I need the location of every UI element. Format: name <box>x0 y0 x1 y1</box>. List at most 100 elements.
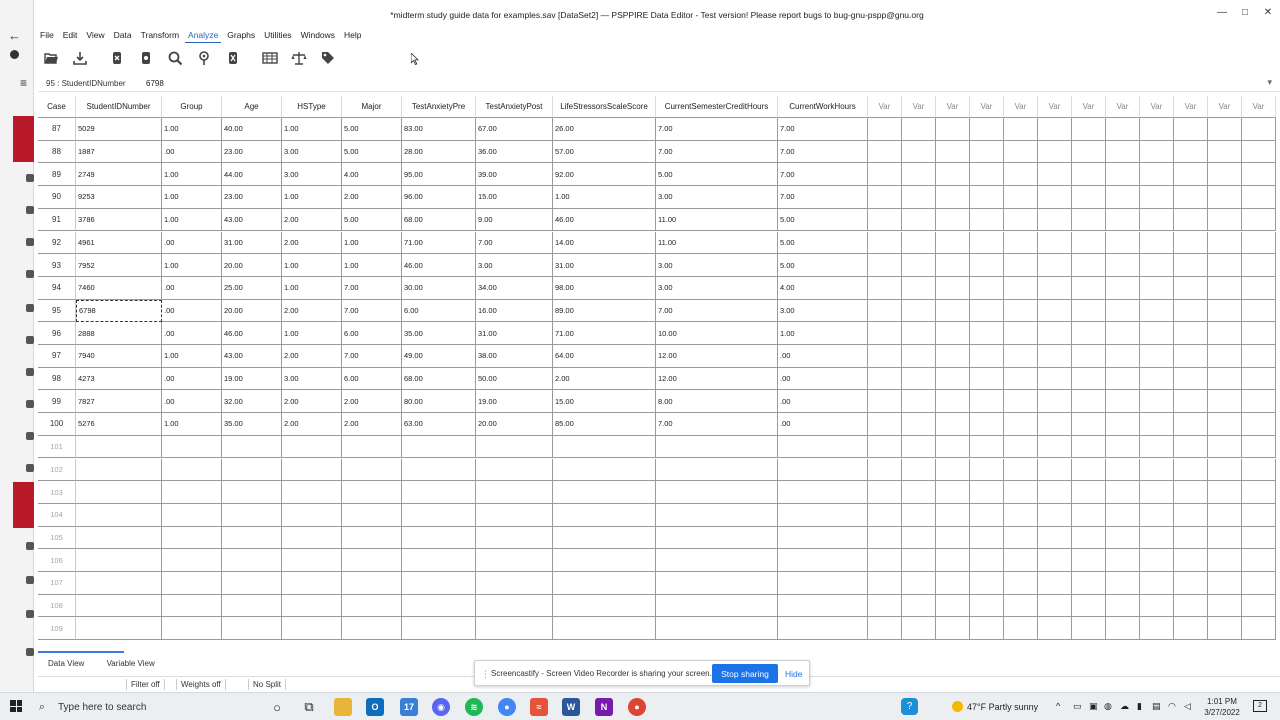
table-cell[interactable]: 5.00 <box>778 231 868 255</box>
table-cell[interactable] <box>1208 186 1242 209</box>
table-cell[interactable] <box>778 594 868 618</box>
table-cell[interactable] <box>1072 322 1106 345</box>
table-cell[interactable] <box>282 503 342 527</box>
table-cell[interactable] <box>868 322 902 345</box>
table-cell[interactable] <box>402 617 476 641</box>
table-cell[interactable]: 5.00 <box>778 254 868 277</box>
table-cell[interactable] <box>162 526 222 550</box>
table-cell[interactable] <box>1072 140 1106 164</box>
table-cell[interactable] <box>1106 617 1140 641</box>
table-cell[interactable] <box>1106 322 1140 345</box>
table-cell[interactable]: 2749 <box>76 163 162 187</box>
table-cell[interactable] <box>1072 276 1106 300</box>
table-cell[interactable] <box>1072 390 1106 414</box>
table-cell[interactable] <box>1106 140 1140 164</box>
table-cell[interactable] <box>868 276 902 300</box>
table-cell[interactable] <box>1140 594 1174 618</box>
table-cell[interactable] <box>1242 390 1276 414</box>
table-cell[interactable]: 85.00 <box>553 413 656 436</box>
table-cell[interactable]: 2.00 <box>282 413 342 436</box>
table-cell[interactable]: 4.00 <box>342 163 402 187</box>
table-cell[interactable] <box>778 458 868 482</box>
table-cell[interactable] <box>1242 118 1276 141</box>
table-cell[interactable] <box>1242 322 1276 345</box>
table-cell[interactable]: 71.00 <box>402 231 476 255</box>
table-cell[interactable] <box>936 254 970 277</box>
table-cell[interactable] <box>970 367 1004 391</box>
table-cell[interactable] <box>1140 367 1174 391</box>
table-cell[interactable]: 3.00 <box>282 163 342 187</box>
table-cell[interactable] <box>1208 617 1242 641</box>
table-cell[interactable] <box>936 526 970 550</box>
table-cell[interactable]: 4273 <box>76 367 162 391</box>
table-cell[interactable] <box>1106 526 1140 550</box>
table-cell[interactable]: 7.00 <box>778 118 868 141</box>
row-case-number[interactable]: 101 <box>38 435 76 459</box>
table-cell[interactable] <box>936 572 970 595</box>
table-cell[interactable] <box>1140 299 1174 323</box>
table-cell[interactable] <box>868 118 902 141</box>
table-cell[interactable] <box>1140 118 1174 141</box>
table-cell[interactable] <box>868 481 902 504</box>
row-case-number[interactable]: 106 <box>38 549 76 572</box>
column-header-var[interactable]: Var <box>902 96 936 118</box>
table-cell[interactable] <box>936 345 970 368</box>
table-cell[interactable] <box>970 549 1004 572</box>
table-cell[interactable] <box>1004 526 1038 550</box>
table-cell[interactable] <box>222 617 282 641</box>
column-header-lifestressorsscalescore[interactable]: LifeStressorsScaleScore <box>553 96 656 118</box>
table-cell[interactable] <box>868 458 902 482</box>
table-cell[interactable]: 50.00 <box>476 367 553 391</box>
table-cell[interactable]: 7.00 <box>778 163 868 187</box>
table-cell[interactable] <box>970 617 1004 641</box>
table-cell[interactable] <box>902 163 936 187</box>
table-cell[interactable]: 40.00 <box>222 118 282 141</box>
table-cell[interactable] <box>76 458 162 482</box>
table-cell[interactable] <box>902 617 936 641</box>
table-cell[interactable] <box>222 526 282 550</box>
table-cell[interactable]: 35.00 <box>222 413 282 436</box>
table-cell[interactable]: 1887 <box>76 140 162 164</box>
table-cell[interactable] <box>970 572 1004 595</box>
goto-case-icon[interactable] <box>107 48 127 68</box>
table-cell[interactable] <box>1038 231 1072 255</box>
chrome-icon[interactable]: ● <box>498 698 516 716</box>
table-cell[interactable] <box>1038 367 1072 391</box>
table-cell[interactable] <box>656 549 778 572</box>
table-cell[interactable] <box>402 526 476 550</box>
table-cell[interactable]: 31.00 <box>476 322 553 345</box>
table-cell[interactable] <box>1072 254 1106 277</box>
pspp-app-icon[interactable]: ≈ <box>530 698 548 716</box>
table-cell[interactable] <box>402 503 476 527</box>
table-cell[interactable] <box>936 481 970 504</box>
table-cell[interactable] <box>222 458 282 482</box>
table-cell[interactable] <box>1174 435 1208 459</box>
table-cell[interactable] <box>1106 594 1140 618</box>
onenote-icon[interactable]: N <box>595 698 613 716</box>
table-cell[interactable] <box>1140 458 1174 482</box>
table-cell[interactable] <box>342 594 402 618</box>
table-cell[interactable] <box>1174 186 1208 209</box>
table-cell[interactable] <box>1106 572 1140 595</box>
table-cell[interactable] <box>1208 481 1242 504</box>
table-cell[interactable] <box>222 549 282 572</box>
table-cell[interactable] <box>936 276 970 300</box>
table-cell[interactable]: 10.00 <box>656 322 778 345</box>
column-header-var[interactable]: Var <box>1072 96 1106 118</box>
table-cell[interactable]: 6.00 <box>402 299 476 323</box>
menu-analyze[interactable]: Analyze <box>185 29 222 43</box>
table-cell[interactable] <box>902 276 936 300</box>
table-cell[interactable] <box>476 594 553 618</box>
table-cell[interactable] <box>553 503 656 527</box>
word-icon[interactable]: W <box>562 698 580 716</box>
table-cell[interactable] <box>1038 617 1072 641</box>
table-cell[interactable] <box>282 458 342 482</box>
table-cell[interactable]: .00 <box>778 413 868 436</box>
column-header-currentworkhours[interactable]: CurrentWorkHours <box>778 96 868 118</box>
table-cell[interactable]: 2.00 <box>282 299 342 323</box>
table-cell[interactable] <box>656 458 778 482</box>
table-cell[interactable] <box>1072 299 1106 323</box>
table-cell[interactable] <box>1004 594 1038 618</box>
table-cell[interactable] <box>222 503 282 527</box>
table-cell[interactable] <box>1242 435 1276 459</box>
